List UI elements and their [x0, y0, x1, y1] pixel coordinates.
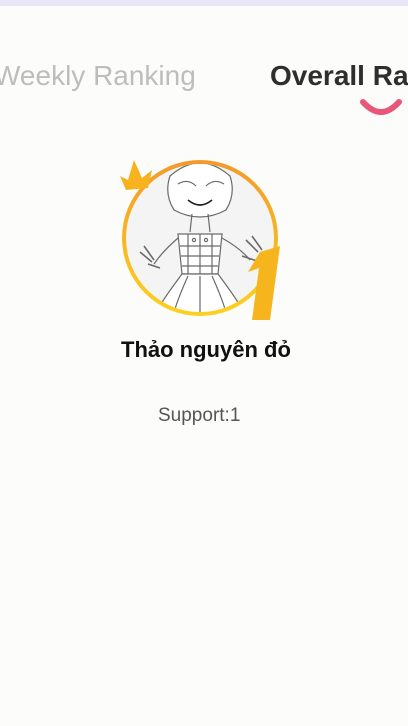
ranking-tabs: Weekly Ranking Overall Ranking	[0, 52, 408, 122]
support-value: 1	[229, 405, 241, 426]
tab-overall-ranking[interactable]: Overall Ranking	[270, 52, 408, 100]
status-bar-strip	[0, 0, 408, 6]
support-count: Support:1	[158, 404, 298, 428]
tab-weekly-ranking[interactable]: Weekly Ranking	[0, 52, 196, 100]
avatar-frame	[118, 156, 282, 322]
tab-active-indicator	[360, 99, 402, 115]
rank-card-first-place[interactable]: Thảo nguyên đỏ Support:1	[104, 150, 304, 450]
user-name: Thảo nguyên đỏ	[121, 337, 291, 362]
support-label: Support:	[158, 405, 230, 426]
rank-1-badge-icon	[248, 246, 280, 320]
crown-icon	[120, 160, 152, 190]
